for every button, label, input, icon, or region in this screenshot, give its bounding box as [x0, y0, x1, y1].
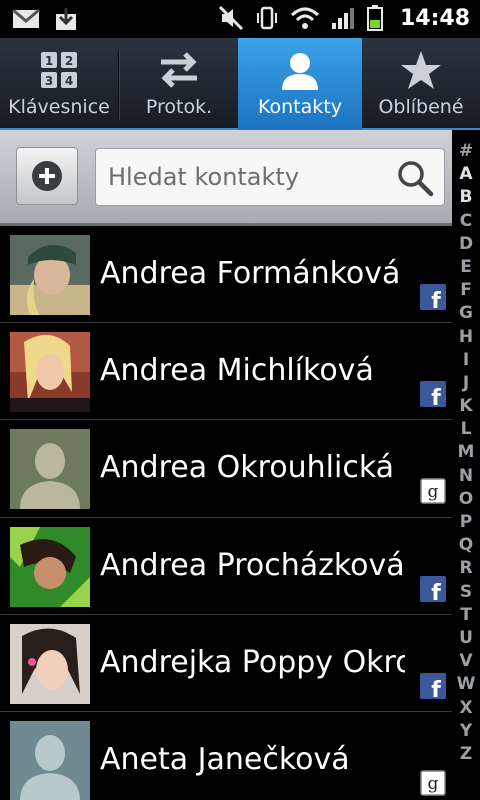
alphabet-index[interactable]: # A B C D E F G H I J K L M N O P Q R S …	[452, 140, 480, 800]
contact-photo	[10, 235, 90, 315]
index-letter[interactable]: Z	[452, 743, 480, 766]
svg-text:3: 3	[45, 74, 53, 88]
search-input[interactable]	[96, 149, 386, 205]
index-letter[interactable]: P	[452, 511, 480, 534]
index-letter[interactable]: X	[452, 697, 480, 720]
contact-name: Aneta Janečková	[100, 741, 350, 777]
index-letter[interactable]: M	[452, 441, 480, 464]
svg-text:f: f	[431, 386, 441, 407]
google-icon: g	[420, 478, 446, 505]
index-letter[interactable]: L	[452, 418, 480, 441]
contact-name: Andrea Formánková	[100, 256, 401, 291]
wifi-icon	[290, 7, 319, 29]
tab-keypad[interactable]: 1 2 3 4 Klávesnice	[0, 38, 118, 130]
add-icon	[32, 161, 62, 191]
contact-photo	[10, 720, 90, 800]
contact-row[interactable]: Andrea Formánková f	[0, 226, 452, 324]
contact-row[interactable]: Andrea Okrouhlická g	[0, 420, 452, 518]
default-avatar-icon	[10, 429, 90, 510]
tab-label: Klávesnice	[8, 96, 110, 118]
tab-label: Kontakty	[258, 96, 342, 118]
index-letter[interactable]: D	[452, 233, 480, 256]
index-letter[interactable]: W	[452, 673, 480, 696]
index-letter[interactable]: C	[452, 210, 480, 233]
contact-name: Andrea Procházková	[100, 547, 405, 583]
facebook-icon: f	[420, 381, 446, 408]
svg-text:1: 1	[45, 54, 53, 68]
contact-photo	[10, 332, 90, 413]
contact-photo	[10, 526, 90, 607]
index-letter[interactable]: T	[452, 604, 480, 627]
svg-text:f: f	[431, 581, 441, 602]
vibrate-icon	[256, 6, 277, 30]
index-letter[interactable]: B	[452, 186, 480, 209]
contact-photo	[10, 623, 90, 704]
add-contact-button[interactable]	[16, 147, 78, 205]
index-letter[interactable]: J	[452, 372, 480, 395]
contact-name: Andrea Okrouhlická	[100, 450, 395, 486]
tab-label: Oblíbené	[378, 96, 464, 118]
index-letter[interactable]: V	[452, 650, 480, 673]
index-letter[interactable]: Q	[452, 534, 480, 557]
search-icon[interactable]	[396, 159, 434, 197]
svg-text:2: 2	[65, 54, 73, 68]
contact-icon	[282, 53, 318, 90]
facebook-icon: f	[420, 284, 446, 310]
default-avatar-icon	[10, 720, 90, 800]
index-letter[interactable]: Y	[452, 720, 480, 743]
call-log-icon	[161, 52, 197, 88]
index-letter[interactable]: A	[452, 163, 480, 186]
svg-text:g: g	[428, 774, 439, 794]
contact-row[interactable]: Andrejka Poppy Okrouhlická f	[0, 615, 452, 712]
mute-icon	[218, 5, 244, 31]
index-letter[interactable]: N	[452, 465, 480, 488]
index-letter[interactable]: K	[452, 395, 480, 418]
tab-call-log[interactable]: Protok.	[120, 38, 238, 130]
battery-icon	[366, 5, 383, 31]
contact-name: Andrejka Poppy Okrouhlická	[100, 644, 405, 680]
clock: 14:48	[399, 5, 470, 31]
keypad-icon: 1 2 3 4	[41, 52, 77, 88]
svg-text:4: 4	[65, 74, 73, 88]
index-letter[interactable]: S	[452, 581, 480, 604]
contact-row[interactable]: Andrea Procházková f	[0, 518, 452, 615]
tab-label: Protok.	[145, 96, 213, 118]
index-letter[interactable]: G	[452, 302, 480, 325]
facebook-icon: f	[420, 672, 446, 699]
tab-favorites[interactable]: Oblíbené	[362, 38, 480, 130]
index-letter[interactable]: I	[452, 349, 480, 372]
star-icon	[401, 51, 441, 89]
contact-list: Andrea Formánková f Andrea Michlíková f	[0, 226, 452, 800]
signal-icon	[331, 8, 354, 29]
index-letter[interactable]: #	[452, 140, 480, 163]
index-letter[interactable]: E	[452, 256, 480, 279]
tab-bar: 1 2 3 4 Klávesnice Protok. Kontakty Oblí…	[0, 38, 480, 130]
index-letter[interactable]: H	[452, 326, 480, 349]
svg-text:f: f	[431, 289, 441, 310]
tab-contacts[interactable]: Kontakty	[238, 38, 362, 130]
index-letter[interactable]: F	[452, 279, 480, 302]
gmail-icon	[12, 8, 40, 28]
download-icon	[56, 8, 76, 30]
index-letter[interactable]: O	[452, 488, 480, 511]
contact-photo	[10, 429, 90, 510]
search-bar	[0, 130, 452, 226]
google-icon: g	[420, 770, 446, 796]
contact-row[interactable]: Andrea Michlíková f	[0, 323, 452, 421]
status-bar: 14:48	[0, 0, 480, 38]
contact-row[interactable]: Aneta Janečková g	[0, 712, 452, 800]
search-field[interactable]	[95, 148, 445, 206]
index-letter[interactable]: U	[452, 627, 480, 650]
facebook-icon: f	[420, 575, 446, 602]
svg-text:g: g	[428, 482, 439, 502]
index-letter[interactable]: R	[452, 557, 480, 580]
contact-name: Andrea Michlíková	[100, 353, 374, 389]
svg-text:f: f	[431, 678, 441, 699]
